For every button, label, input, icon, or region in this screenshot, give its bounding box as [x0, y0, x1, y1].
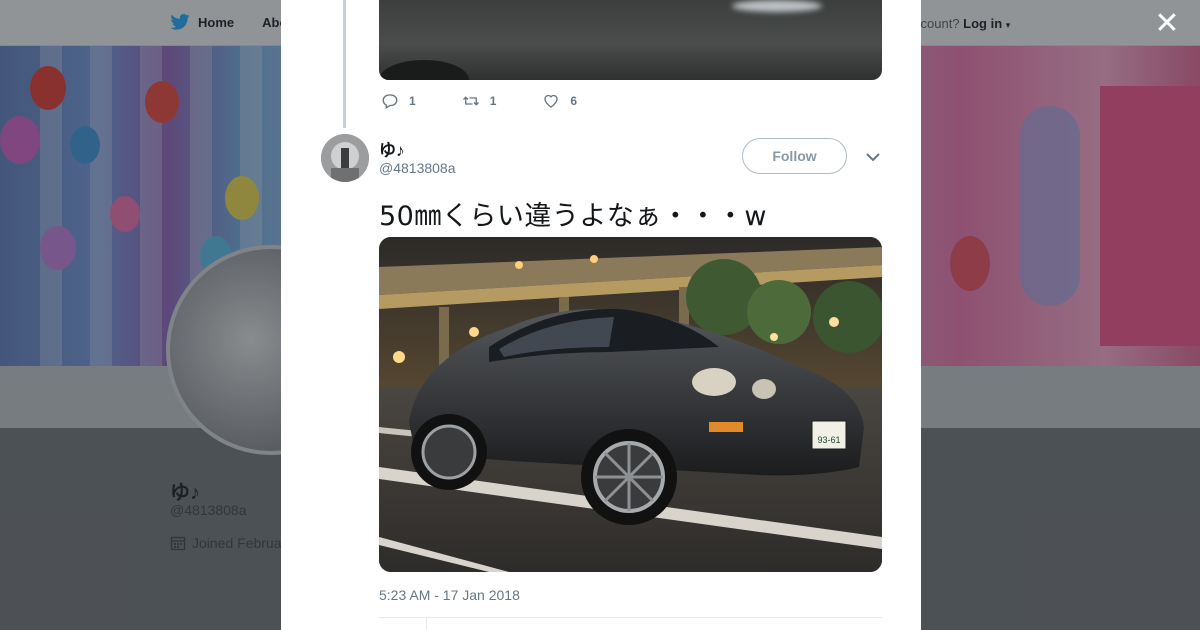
retweet-icon: [462, 96, 479, 106]
divider-vertical: [426, 617, 427, 630]
tweet-text: 50㎜くらい違うよなぁ・・・w: [379, 201, 767, 232]
like-action[interactable]: 6: [542, 92, 577, 110]
follow-button[interactable]: Follow: [742, 138, 847, 174]
like-icon: [544, 94, 559, 108]
tweet-modal: 1 1 6 ゆ♪ @4813808a Follow 50㎜くらい違うよなぁ・・・…: [281, 0, 921, 630]
tweet-author-name[interactable]: ゆ♪: [379, 136, 405, 161]
tweet-author-avatar[interactable]: [321, 134, 369, 182]
retweet-count: 1: [489, 94, 497, 108]
previous-tweet-media[interactable]: [379, 0, 882, 80]
tweet-photo[interactable]: 93-61: [379, 237, 882, 572]
thread-line: [343, 0, 346, 128]
divider: [379, 617, 882, 618]
like-count: 6: [570, 94, 578, 108]
license-plate-text: 93-61: [817, 435, 840, 445]
retweet-action[interactable]: 1: [462, 92, 497, 110]
car-photo: 93-61: [379, 237, 882, 572]
avatar-image: [321, 134, 369, 182]
tweet-author-handle[interactable]: @4813808a: [379, 160, 456, 176]
reply-action[interactable]: 1: [381, 92, 416, 110]
chevron-down-icon[interactable]: [863, 148, 883, 166]
reply-icon: [382, 94, 398, 109]
close-icon[interactable]: ✕: [1154, 9, 1180, 39]
tweet-timestamp[interactable]: 5:23 AM - 17 Jan 2018: [379, 587, 520, 603]
reply-count: 1: [409, 94, 416, 108]
previous-tweet-actions: 1 1 6: [381, 92, 623, 110]
